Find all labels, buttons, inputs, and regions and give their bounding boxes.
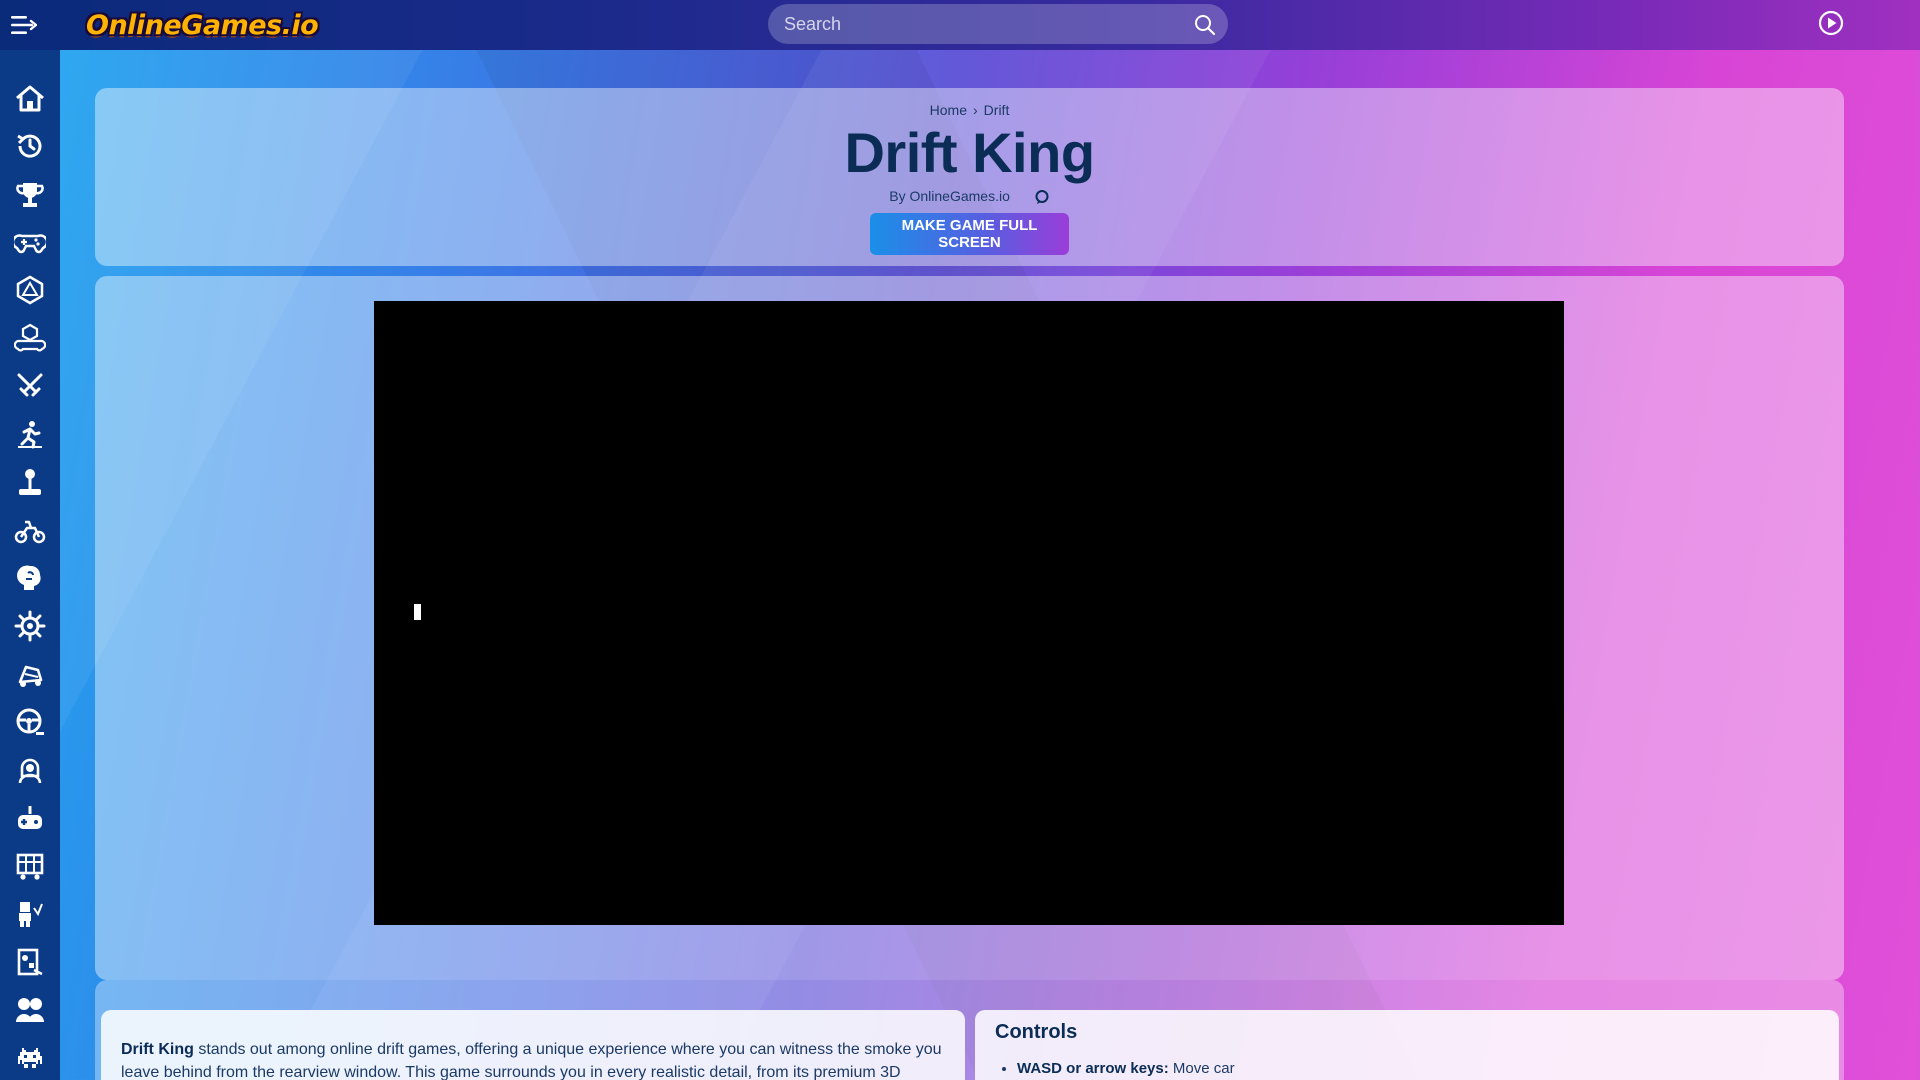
sidebar-item-racing[interactable] (10, 510, 50, 550)
sidebar-item-multiplayer[interactable] (10, 798, 50, 838)
breadcrumb: Home › Drift (95, 102, 1844, 118)
search-input[interactable] (784, 4, 1184, 44)
controls-item: WASD or arrow keys: Move car (1017, 1060, 1819, 1077)
trophy-icon (16, 183, 44, 207)
gear-icon (14, 610, 46, 642)
sidebar-item-fighting[interactable] (10, 366, 50, 406)
sidebar-item-3d-games[interactable] (10, 318, 50, 358)
breadcrumb-separator: › (973, 102, 978, 118)
blocky-character-icon (19, 902, 43, 927)
home-icon (16, 85, 44, 112)
page-title: Drift King (844, 121, 1095, 184)
motorbike-icon (14, 520, 46, 544)
comment-icon[interactable] (1034, 189, 1050, 205)
girl-icon (18, 758, 42, 784)
joystick-icon (19, 469, 41, 495)
controls-key: WASD or arrow keys: (1017, 1060, 1169, 1077)
text-cursor (414, 604, 421, 620)
sidebar-item-sports[interactable] (10, 414, 50, 454)
description-game-name: Drift King (121, 1041, 194, 1058)
byline-text: By OnlineGames.io (889, 188, 1010, 204)
crossed-swords-icon (17, 373, 43, 397)
two-players-icon (16, 998, 44, 1022)
history-icon (17, 134, 42, 158)
description-card: Drift King stands out among online drift… (101, 1010, 965, 1080)
search-icon[interactable] (1194, 14, 1216, 36)
search-bar[interactable] (768, 4, 1228, 44)
steering-wheel-icon (16, 708, 44, 735)
game-frame[interactable] (374, 301, 1564, 925)
game-container (95, 276, 1844, 980)
runner-icon (18, 421, 42, 449)
description-text: stands out among online drift games, off… (121, 1041, 942, 1080)
top-bar: OnlineGames.io (0, 0, 1920, 50)
gamepad-icon (14, 234, 46, 254)
sidebar-item-2-player[interactable] (10, 990, 50, 1030)
sidebar-item-drift[interactable] (10, 654, 50, 694)
d20-icon (16, 275, 44, 305)
sidebar-item-trophy[interactable] (10, 174, 50, 214)
controls-title: Controls (995, 1021, 1078, 1043)
sidebar (0, 50, 60, 1080)
cube-gamepad-icon (14, 323, 46, 352)
play-icon[interactable] (1818, 10, 1844, 36)
sidebar-item-board[interactable] (10, 942, 50, 982)
fullscreen-button[interactable]: MAKE GAME FULL SCREEN (870, 213, 1069, 255)
controls-list: WASD or arrow keys: Move car (1017, 1060, 1819, 1077)
byline: By OnlineGames.io (95, 188, 1844, 205)
sidebar-item-io-games[interactable] (10, 270, 50, 310)
sidebar-item-home[interactable] (10, 78, 50, 118)
board-game-icon (17, 948, 43, 976)
sidebar-item-arcade[interactable] (10, 462, 50, 502)
sidebar-item-minecraft[interactable] (10, 894, 50, 934)
sidebar-item-puzzle[interactable] (10, 558, 50, 598)
menu-toggle-icon[interactable] (11, 14, 38, 36)
sidebar-item-girls[interactable] (10, 750, 50, 790)
sidebar-item-controller[interactable] (10, 222, 50, 262)
space-invader-icon (18, 1048, 42, 1068)
sidebar-item-recent[interactable] (10, 126, 50, 166)
sidebar-item-retro[interactable] (10, 1038, 50, 1078)
sidebar-item-skill[interactable] (10, 606, 50, 646)
breadcrumb-drift[interactable]: Drift (984, 102, 1010, 118)
sidebar-item-strategy[interactable] (10, 846, 50, 886)
controller-plus-icon (18, 806, 42, 829)
breadcrumb-home[interactable]: Home (930, 102, 967, 118)
sidebar-item-driving[interactable] (10, 702, 50, 742)
site-logo[interactable]: OnlineGames.io (86, 4, 319, 46)
drift-car-icon (18, 665, 43, 687)
game-header: Home › Drift Drift King By OnlineGames.io … (95, 88, 1844, 266)
controls-card: Controls WASD or arrow keys: Move car (975, 1010, 1839, 1080)
controls-action: Move car (1168, 1060, 1235, 1077)
truck-icon (16, 853, 44, 880)
brain-icon (17, 565, 41, 590)
